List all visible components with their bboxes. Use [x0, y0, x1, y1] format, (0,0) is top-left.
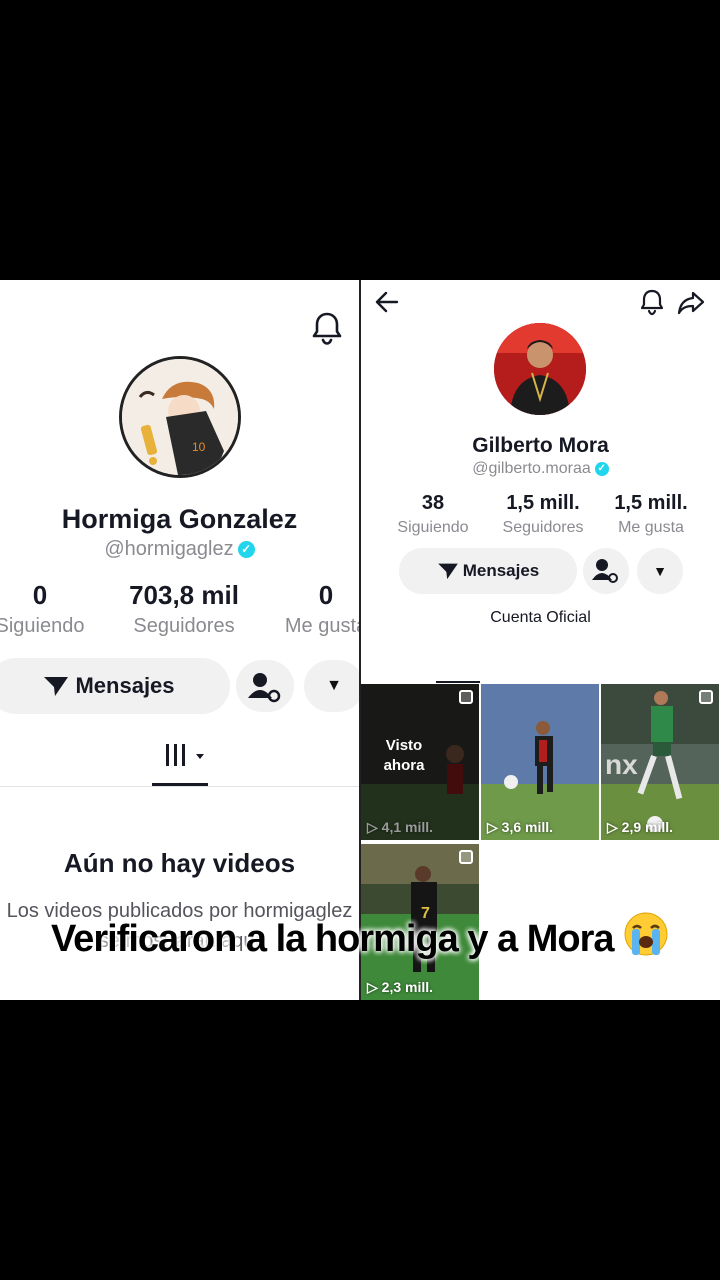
- right-profile-panel: Gilberto Mora @gilberto.moraa ✓ 38 Siguie…: [361, 280, 720, 1000]
- profile-name: Gilberto Mora: [472, 434, 609, 457]
- avatar[interactable]: [494, 323, 586, 415]
- chevron-down-icon: ▼: [326, 677, 342, 694]
- stat-label: Seguidores: [133, 615, 235, 637]
- videos-grid-tab-icon[interactable]: [160, 740, 210, 770]
- stat-followers[interactable]: 703,8 mil Seguidores: [112, 580, 256, 638]
- empty-state-title: Aún no hay videos: [63, 848, 296, 878]
- messages-button[interactable]: Mensajes: [399, 548, 577, 594]
- messages-button[interactable]: Mensajes: [0, 658, 230, 714]
- verified-badge-icon: ✓: [237, 541, 255, 559]
- add-friend-button[interactable]: [236, 660, 294, 712]
- stat-value: 0: [32, 580, 48, 610]
- more-dropdown-button[interactable]: ▼: [637, 548, 683, 594]
- stat-likes[interactable]: 0 Me gusta: [276, 580, 359, 638]
- send-icon: [44, 677, 69, 696]
- stat-following[interactable]: 38 Siguiendo: [385, 492, 481, 537]
- stat-value: 1,5 mill.: [506, 492, 580, 514]
- view-count-value: 3,6 mill.: [501, 819, 554, 835]
- loudly-crying-face-icon: [624, 912, 668, 956]
- bell-icon[interactable]: [310, 310, 344, 346]
- video-caption: Verificaron a la hormiga y a Mora: [40, 908, 680, 970]
- view-count: ▷ 2,3 mill.: [367, 979, 434, 995]
- back-arrow-icon[interactable]: [373, 288, 401, 316]
- stat-value: 0: [318, 580, 334, 610]
- chevron-down-icon: ▼: [653, 563, 667, 579]
- divider: [0, 786, 359, 787]
- video-thumbnail[interactable]: Visto ahora ▷ 4,1 mill.: [361, 684, 479, 840]
- bell-icon[interactable]: [639, 288, 665, 316]
- viewed-now-label: Visto ahora: [383, 737, 425, 774]
- stat-label: Siguiendo: [397, 519, 469, 536]
- stat-likes[interactable]: 1,5 mill. Me gusta: [601, 492, 701, 537]
- share-icon[interactable]: [677, 288, 705, 316]
- screenshot-frame: 10 Hormiga Gonzalez @hormigaglez ✓ 0 Sigu…: [0, 280, 720, 1000]
- svg-text:nx: nx: [605, 749, 638, 780]
- person-settings-icon: [248, 673, 281, 703]
- stat-label: Me gusta: [618, 519, 684, 536]
- svg-text:10: 10: [192, 440, 206, 454]
- handle-text: @gilberto.moraa: [472, 460, 591, 477]
- stat-following[interactable]: 0 Siguiendo: [0, 580, 102, 638]
- messages-label: Mensajes: [75, 673, 175, 698]
- view-count-value: 4,1 mill.: [381, 819, 434, 835]
- profile-handle: @gilberto.moraa ✓: [361, 460, 720, 478]
- add-friend-button[interactable]: [583, 548, 629, 594]
- view-count: ▷ 4,1 mill.: [367, 819, 434, 835]
- more-dropdown-button[interactable]: ▼: [304, 660, 359, 712]
- stat-value: 38: [421, 492, 445, 514]
- active-tab-indicator: [436, 681, 480, 683]
- handle-text: @hormigaglez: [104, 538, 234, 560]
- left-profile-panel: 10 Hormiga Gonzalez @hormigaglez ✓ 0 Sigu…: [0, 280, 359, 1000]
- multi-video-icon: [699, 690, 713, 704]
- profile-handle: @hormigaglez ✓: [0, 538, 359, 561]
- view-count-value: 2,9 mill.: [621, 819, 674, 835]
- verified-badge-icon: ✓: [594, 461, 609, 476]
- video-image: nx: [601, 684, 719, 840]
- messages-label: Mensajes: [462, 561, 540, 580]
- stat-label: Seguidores: [502, 519, 584, 536]
- profile-name: Hormiga Gonzalez: [61, 504, 298, 534]
- stat-label: Me gusta: [284, 615, 359, 637]
- video-thumbnail[interactable]: nx ▷ 2,9 mill.: [601, 684, 719, 840]
- view-count: ▷ 3,6 mill.: [487, 819, 554, 835]
- official-account-label: Cuenta Oficial: [490, 609, 591, 626]
- stat-followers[interactable]: 1,5 mill. Seguidores: [493, 492, 593, 537]
- stat-value: 703,8 mil: [129, 580, 239, 610]
- send-icon: [437, 563, 458, 580]
- video-thumbnail[interactable]: ▷ 3,6 mill.: [481, 684, 599, 840]
- caption-text: Verificaron a la hormiga y a Mora: [50, 918, 615, 960]
- view-count-value: 2,3 mill.: [381, 979, 434, 995]
- avatar[interactable]: 10: [119, 356, 241, 478]
- multi-video-icon: [459, 850, 473, 864]
- multi-video-icon: [459, 690, 473, 704]
- person-settings-icon: [592, 559, 618, 583]
- view-count: ▷ 2,9 mill.: [607, 819, 674, 835]
- stat-value: 1,5 mill.: [614, 492, 688, 514]
- stat-label: Siguiendo: [0, 615, 85, 637]
- video-image: [481, 684, 599, 840]
